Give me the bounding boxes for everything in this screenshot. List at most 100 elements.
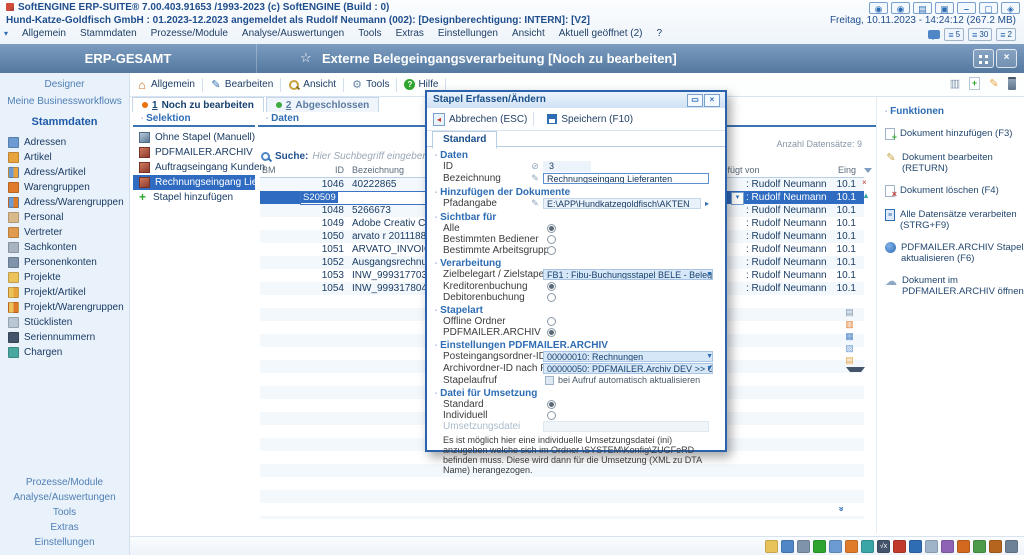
save-button[interactable]: Speichern (F10) [547,114,633,125]
toolbar-action-icon[interactable] [969,77,980,90]
pfad-input[interactable]: E:\APP\Hundkatzegoldfisch\AKTEN [543,198,701,209]
radio-button[interactable] [547,246,556,255]
menu-item[interactable]: Analyse/Auswertungen [242,28,344,39]
radio-button[interactable] [547,224,556,233]
sidebar-bottom-link[interactable]: Extras [0,520,129,535]
funktion-item[interactable]: Dokument hinzufügen (F3) [885,124,1024,141]
status-icon[interactable] [957,540,970,553]
status-icon[interactable] [781,540,794,553]
status-icon[interactable] [941,540,954,553]
window-control-button[interactable] [1001,2,1020,14]
menu-item[interactable]: Prozesse/Module [151,28,228,39]
filter-icon[interactable] [864,168,872,173]
archivordner-dropdown[interactable]: 00000050: PDFMAILER.Archiv DEV >> Gebuch… [543,363,713,374]
window-control-button[interactable] [957,2,976,14]
window-control-button[interactable] [979,2,998,14]
status-icon[interactable] [797,540,810,553]
table-tool-icon[interactable] [844,331,855,341]
sidebar-item[interactable]: Projekt/Artikel [0,285,129,300]
toolbar-button[interactable]: Ansicht [288,79,336,91]
status-icon[interactable] [1005,540,1018,553]
table-tool-icon[interactable] [844,343,855,353]
sidebar-item-designer[interactable]: Designer [0,79,129,90]
radio-button[interactable] [547,411,556,420]
radio-button[interactable] [547,317,556,326]
zielstapel-dropdown[interactable]: FB1 : Fibu-Buchungsstapel BELE - Belegei… [543,269,713,280]
table-tool-icon[interactable] [844,319,855,329]
inline-edit-input[interactable]: S20509 [300,191,430,205]
toolbar-action-icon[interactable] [1008,77,1016,90]
toolbar-action-icon[interactable] [988,78,1000,90]
funktion-item[interactable]: Alle Datensätze verarbeiten (STRG+F9) [885,205,1024,231]
checkbox[interactable] [545,376,554,385]
expand-button[interactable] [973,49,994,68]
sidebar-item[interactable]: Adress/Artikel [0,165,129,180]
sidebar-bottom-link[interactable]: Tools [0,505,129,520]
table-tool-icon[interactable] [844,355,855,365]
status-icon[interactable] [861,540,874,553]
radio-button[interactable] [547,328,556,337]
status-icon[interactable] [909,540,922,553]
scroll-down-icon[interactable]: « [836,506,846,511]
posteingang-dropdown[interactable]: 00000010: Rechnungen [543,351,713,362]
sidebar-item[interactable]: Personenkonten [0,255,129,270]
sidebar-bottom-link[interactable]: Analyse/Auswertungen [0,490,129,505]
tab-noch-zu-bearbeiten[interactable]: 1 Noch zu bearbeiten [132,97,264,112]
browse-arrow-icon[interactable]: ▸ [705,198,709,209]
table-tool-icon[interactable] [844,307,855,317]
window-control-button[interactable] [935,2,954,14]
dialog-titlebar[interactable]: Stapel Erfassen/Ändern ▭ × [427,92,725,108]
window-control-button[interactable] [913,2,932,14]
status-icon[interactable] [765,540,778,553]
funktion-item[interactable]: Dokument im PDFMAILER.ARCHIV öffnen [885,271,1024,297]
dialog-close-button[interactable]: × [704,94,720,107]
menu-item[interactable]: ? [657,28,663,39]
sidebar-item[interactable]: Adressen [0,135,129,150]
menu-item[interactable]: Stammdaten [80,28,137,39]
radio-button[interactable] [547,293,556,302]
funktion-item[interactable]: Dokument löschen (F4) [885,181,1024,198]
status-icon[interactable] [989,540,1002,553]
status-icon[interactable] [829,540,842,553]
menu-item[interactable]: Einstellungen [438,28,498,39]
radio-button[interactable] [547,400,556,409]
sidebar-item[interactable]: Projekte [0,270,129,285]
cancel-button[interactable]: Abbrechen (ESC) [433,113,527,126]
toolbar-button[interactable]: Hilfe [404,79,438,90]
tree-item[interactable]: Rechnungseingang Lieferanten [133,175,255,190]
sidebar-item[interactable]: Adress/Warengruppen [0,195,129,210]
sidebar-item-workflows[interactable]: Meine Businessworkflows [0,96,129,107]
menu-item[interactable]: Tools [358,28,381,39]
table-tool-icon[interactable] [846,367,865,382]
dialog-minimize-button[interactable]: ▭ [687,94,703,107]
radio-button[interactable] [547,235,556,244]
funktion-item[interactable]: Dokument bearbeiten (RETURN) [885,148,1024,174]
sidebar-item[interactable]: Vertreter [0,225,129,240]
sidebar-item[interactable]: Seriennummern [0,330,129,345]
row-dropdown-icon[interactable]: ▾ [731,192,744,205]
menu-item[interactable]: Ansicht [512,28,545,39]
sidebar-bottom-link[interactable]: Einstellungen [0,535,129,550]
toolbar-button[interactable]: Tools [351,79,389,91]
sidebar-section-stammdaten[interactable]: Stammdaten [0,116,129,128]
menu-item[interactable]: Aktuell geöffnet (2) [559,28,643,39]
toolbar-action-icon[interactable] [949,78,961,90]
sidebar-item[interactable]: Personal [0,210,129,225]
menu-item[interactable]: Allgemein [22,28,66,39]
funktion-item[interactable]: PDFMAILER.ARCHIV Stapel aktualisieren (F… [885,238,1024,264]
tab-abgeschlossen[interactable]: 2 Abgeschlossen [266,97,379,112]
sidebar-item[interactable]: Chargen [0,345,129,360]
chat-icon[interactable] [928,30,940,39]
notification-badge[interactable]: 5 [944,28,964,41]
sidebar-item[interactable]: Warengruppen [0,180,129,195]
notification-badge[interactable]: 30 [968,28,992,41]
window-control-button[interactable] [891,2,910,14]
status-icon[interactable] [973,540,986,553]
bezeichnung-input[interactable]: Rechnungseingang Lieferanten [543,173,709,184]
tree-item[interactable]: Auftragseingang Kunden [133,160,255,175]
status-icon[interactable] [925,540,938,553]
sidebar-bottom-link[interactable]: Prozesse/Module [0,475,129,490]
window-control-button[interactable] [869,2,888,14]
close-button[interactable]: × [996,49,1017,68]
sidebar-item[interactable]: Artikel [0,150,129,165]
